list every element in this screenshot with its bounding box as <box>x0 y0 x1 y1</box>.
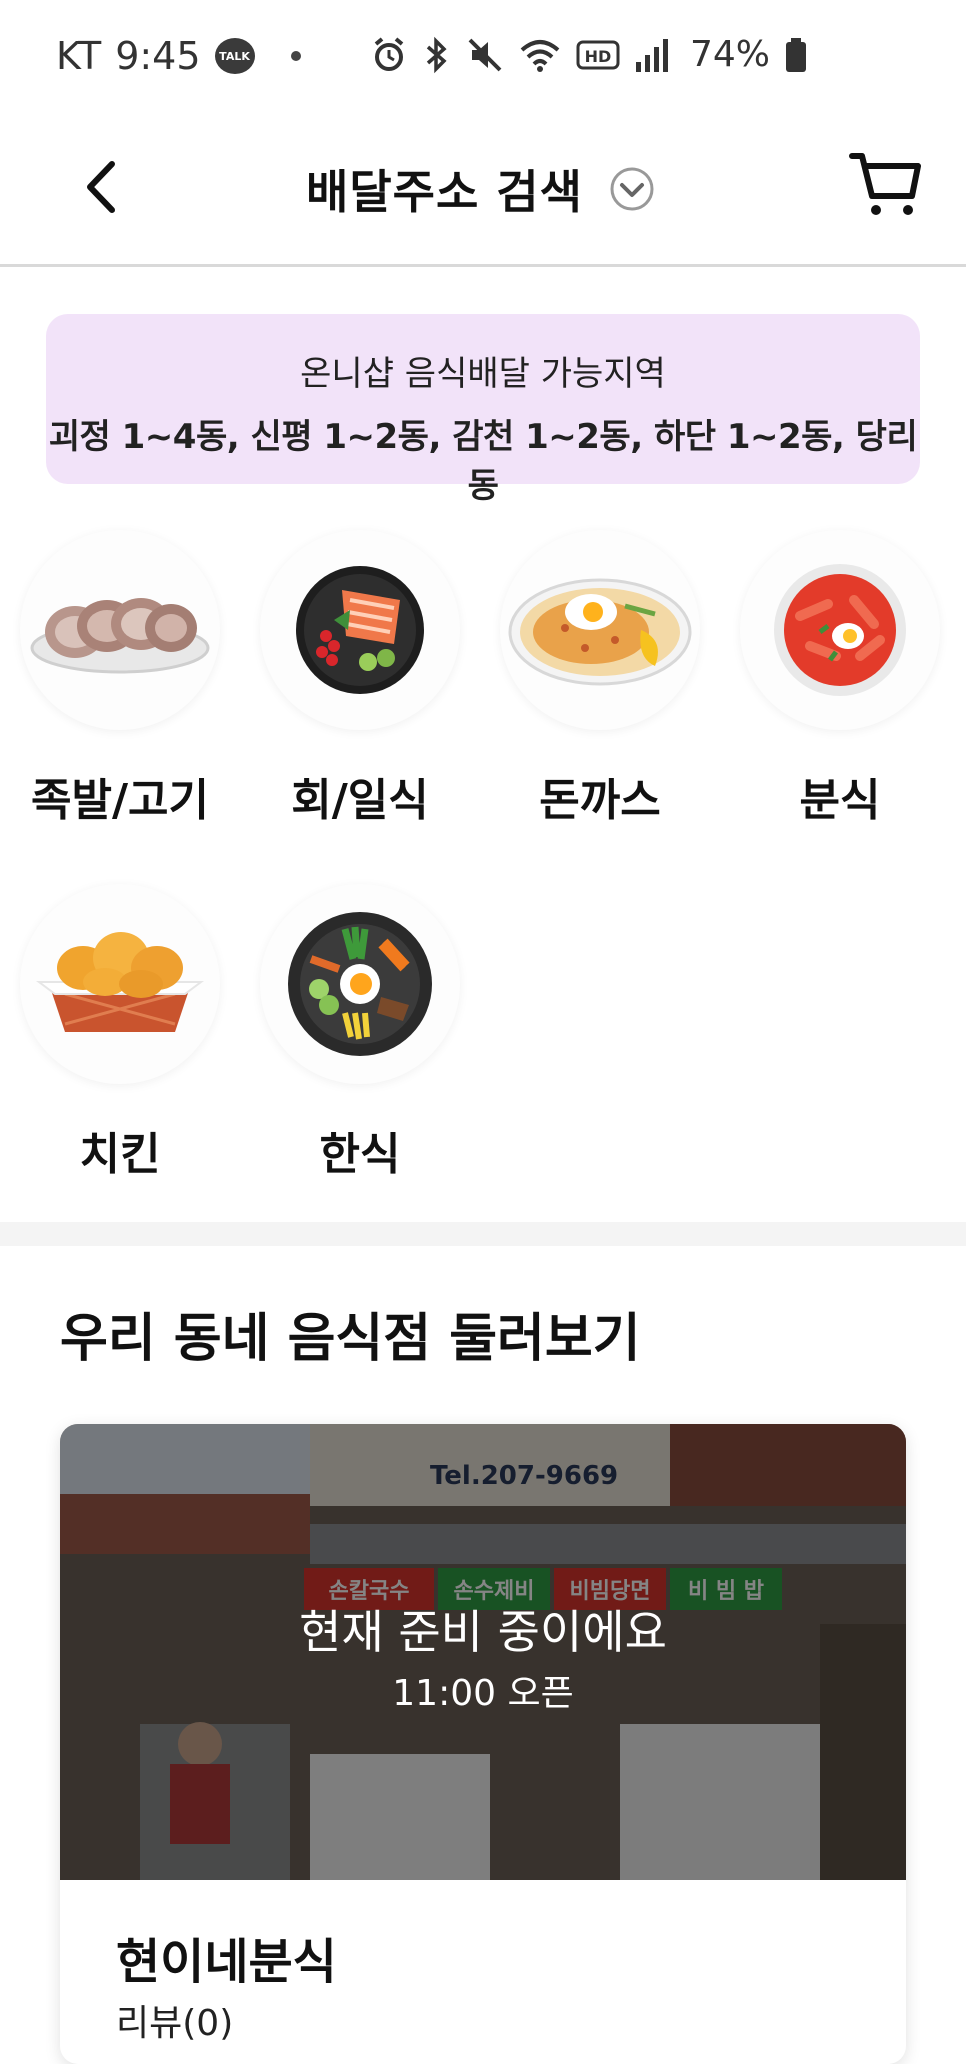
category-bibimbap[interactable]: 한식 <box>250 884 470 1182</box>
category-tteokbokki[interactable]: 분식 <box>730 530 950 828</box>
back-chevron-icon <box>87 161 115 213</box>
notice-areas: 괴정 1~4동, 신평 1~2동, 감천 1~2동, 하단 1~2동, 당리동 <box>48 417 918 506</box>
app-header: 배달주소 검색 <box>0 120 966 267</box>
back-button[interactable] <box>70 152 130 222</box>
delivery-area-notice: 온니샵 음식배달 가능지역 괴정 1~4동, 신평 1~2동, 감천 1~2동,… <box>46 314 920 506</box>
svg-text:HD: HD <box>585 47 612 66</box>
category-label: 치킨 <box>79 1129 161 1180</box>
dropdown-chevron-icon <box>610 167 654 211</box>
store-status: 현재 준비 중이에요 <box>299 1605 667 1659</box>
tteokbokki-icon <box>740 530 940 730</box>
store-card[interactable]: Tel.207-9669 손칼국수 손수제비 비빔당면 비 빔 밥 현재 준비 … <box>60 1424 906 2064</box>
chicken-icon <box>20 884 220 1084</box>
cutlet-icon <box>500 530 700 730</box>
category-chicken[interactable]: 치킨 <box>10 884 230 1182</box>
store-open-time: 11:00 오픈 <box>392 1673 574 1714</box>
wifi-icon <box>520 39 560 72</box>
section-title: 우리 동네 음식점 둘러보기 <box>60 1309 641 1369</box>
section-divider <box>0 1222 966 1246</box>
battery-percent: 74% <box>689 34 770 75</box>
category-label: 족발/고기 <box>31 775 209 826</box>
pork-hock-icon <box>20 530 220 730</box>
category-sashimi[interactable]: 회/일식 <box>250 530 470 828</box>
clock: 9:45 <box>115 34 201 78</box>
bibimbap-icon <box>260 884 460 1084</box>
signal-icon <box>635 38 668 72</box>
category-label: 회/일식 <box>291 775 429 826</box>
sashimi-icon <box>260 530 460 730</box>
cart-icon <box>849 153 921 215</box>
notification-dot-icon <box>290 51 301 61</box>
mute-icon <box>468 38 502 71</box>
category-label: 한식 <box>319 1129 401 1180</box>
cart-button[interactable] <box>848 146 924 222</box>
kakaotalk-icon: TALK <box>214 38 255 74</box>
category-label: 분식 <box>799 775 881 826</box>
carrier-label: KT <box>56 34 102 78</box>
status-right: HD 74% <box>370 34 808 75</box>
bluetooth-icon <box>426 36 447 73</box>
category-cutlet[interactable]: 돈까스 <box>490 530 710 828</box>
category-label: 돈까스 <box>539 775 661 826</box>
notice-title: 온니샵 음식배달 가능지역 <box>300 354 666 394</box>
alarm-icon <box>374 36 404 71</box>
page-title: 배달주소 검색 <box>306 165 583 219</box>
battery-icon <box>786 37 806 72</box>
status-left: KT 9:45 TALK <box>56 34 301 78</box>
category-pork-hock[interactable]: 족발/고기 <box>10 530 230 828</box>
store-name: 현이네분식 <box>116 1934 337 1990</box>
address-search-dropdown[interactable]: 배달주소 검색 <box>306 156 655 222</box>
store-review-count: 리뷰(0) <box>116 2003 234 2044</box>
hd-icon: HD <box>576 40 620 69</box>
status-bar: KT 9:45 TALK HD 74% <box>0 0 966 120</box>
